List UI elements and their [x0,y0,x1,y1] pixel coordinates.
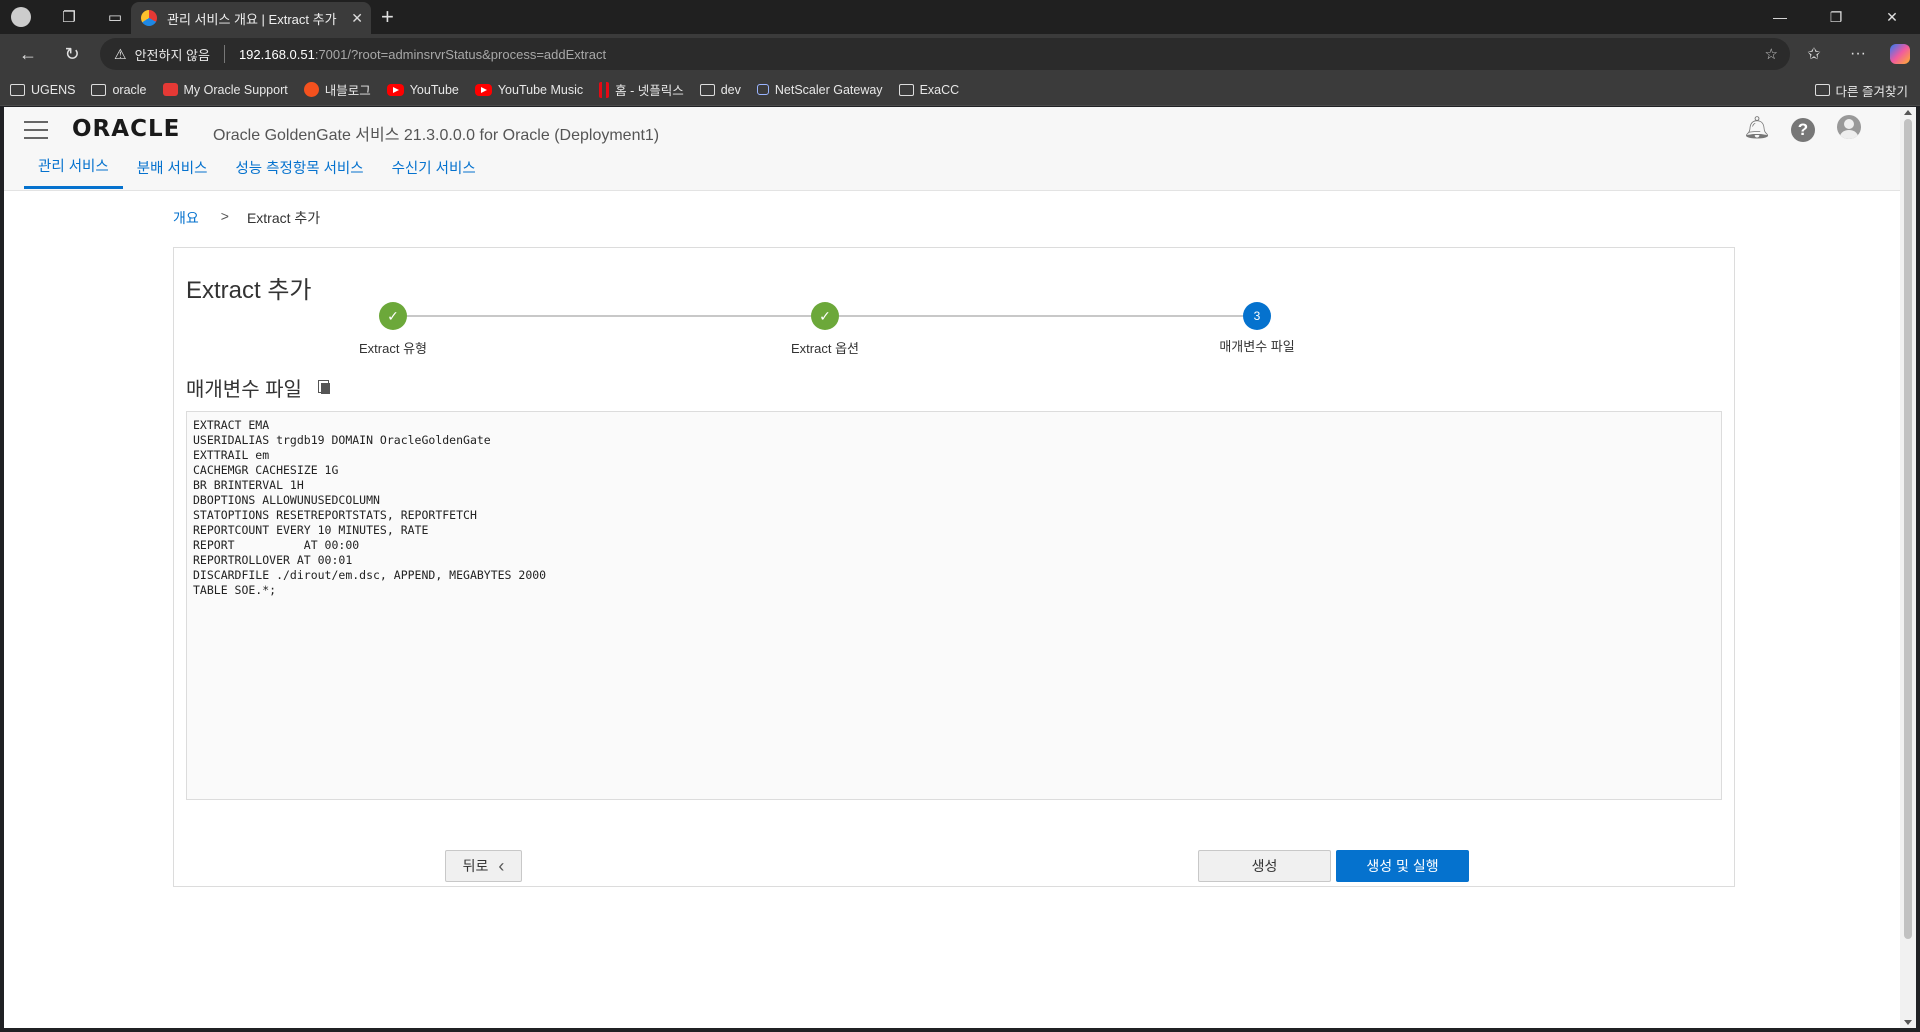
other-bookmarks-label: 다른 즐겨찾기 [1835,84,1908,99]
reload-icon[interactable]: ↻ [54,36,90,72]
lock-icon [756,84,769,95]
step-connector [839,315,1243,317]
bookmark-my-oracle-support[interactable]: My Oracle Support [162,82,288,97]
breadcrumb-overview-link[interactable]: 개요 [173,208,199,228]
header-icons: 🔔︎ ? [1734,115,1872,145]
bookmark-ugens[interactable]: UGENS [10,83,75,97]
step-1-check-icon[interactable]: ✓ [379,302,407,330]
bookmark-label: 홈 - 넷플릭스 [615,84,684,98]
bookmark-oracle[interactable]: oracle [91,82,147,97]
more-menu-icon[interactable]: ··· [1836,45,1880,63]
bookmark-label: oracle [112,82,147,97]
bookmark-youtube[interactable]: YouTube [386,82,459,97]
tab-distribution-service[interactable]: 분배 서비스 [123,145,222,189]
folder-icon [699,83,715,96]
bookmark-label: YouTube [409,82,459,97]
hamburger-menu-icon[interactable] [24,121,48,139]
folder-icon [91,83,107,96]
step-3-label: 매개변수 파일 [1219,339,1295,354]
help-icon[interactable]: ? [1780,115,1826,145]
browser-tab-active[interactable]: 관리 서비스 개요 | Extract 추가 ✕ [131,2,371,34]
page-scrollbar[interactable] [1900,107,1916,1028]
bell-icon[interactable]: 🔔︎ [1734,115,1780,145]
address-bar[interactable]: ⚠ 안전하지 않음 192.168.0.51:7001/?root=admins… [100,38,1790,70]
browser-tab-title: 관리 서비스 개요 | Extract 추가 [167,11,337,27]
breadcrumb: 개요 > Extract 추가 [173,208,320,228]
netflix-icon [599,81,610,98]
back-arrow-icon[interactable]: ← [10,36,46,72]
bookmark-label: 내블로그 [324,84,371,98]
user-avatar-icon[interactable] [1826,115,1872,145]
oracle-goldengate-favicon-icon [141,10,157,26]
url-divider [223,45,225,63]
warning-icon[interactable]: ⚠ [114,46,127,63]
scroll-down-icon[interactable] [1904,1020,1912,1025]
bookmark-label: My Oracle Support [183,82,288,97]
wizard-stepper: ✓ ✓ 3 Extract 유형 Extract 옵션 매개변수 파일 [174,300,1734,360]
minimize-icon[interactable]: — [1752,0,1808,34]
youtube-icon [474,83,492,96]
create-button[interactable]: 생성 [1198,850,1331,882]
url-path: :7001/?root=adminsrvrStatus&process=addE… [314,46,607,62]
step-3-indicator[interactable]: 3 [1243,302,1271,330]
bookmark-exacc[interactable]: ExaCC [898,82,960,97]
service-tabs: 관리 서비스 분배 서비스 성능 측정항목 서비스 수신기 서비스 [24,145,490,191]
profile-icon[interactable] [4,0,38,34]
workspaces-icon[interactable]: ❐ [52,0,86,34]
oracle-icon [162,83,178,96]
app-title: Oracle GoldenGate 서비스 21.3.0.0.0 for Ora… [213,127,660,144]
scroll-up-icon[interactable] [1904,110,1912,115]
oracle-logo: ORACLE [72,116,181,142]
back-button[interactable]: 뒤로 ‹ [445,850,522,882]
chevron-left-icon: ‹ [498,856,505,876]
tab-admin-service[interactable]: 관리 서비스 [24,145,123,189]
folder-icon [10,83,25,96]
bookmark-youtube-music[interactable]: YouTube Music [474,82,584,97]
close-tab-icon[interactable]: ✕ [351,10,363,27]
youtube-icon [386,83,404,96]
bookmark-label: UGENS [31,82,76,97]
param-file-title: 매개변수 파일 [186,379,302,401]
tab-performance-metrics-service[interactable]: 성능 측정항목 서비스 [221,145,377,189]
step-1-label: Extract 유형 [359,341,427,356]
breadcrumb-current: Extract 추가 [246,210,321,226]
create-and-run-button[interactable]: 생성 및 실행 [1336,850,1469,882]
copilot-icon[interactable] [1890,44,1910,64]
bookmark-netscaler[interactable]: NetScaler Gateway [756,82,883,97]
favorite-star-icon[interactable]: ☆ [1765,45,1778,63]
new-tab-icon[interactable]: + [381,4,394,30]
step-connector [407,315,811,317]
tistory-icon [303,82,319,97]
browser-toolbar-right: ✩ ··· [1792,34,1910,74]
other-bookmarks[interactable]: 다른 즐겨찾기 [1814,74,1908,106]
bookmark-dev[interactable]: dev [699,82,741,97]
restore-icon[interactable]: ❐ [1808,0,1864,34]
window-close-icon[interactable]: ✕ [1864,0,1920,34]
copy-icon[interactable] [317,380,331,395]
back-button-label: 뒤로 [462,858,489,874]
security-label[interactable]: 안전하지 않음 [135,45,210,64]
folder-icon [898,83,914,96]
bookmark-label: NetScaler Gateway [774,82,883,97]
bookmark-blog[interactable]: 내블로그 [303,80,371,99]
bookmarks-bar: UGENS oracle My Oracle Support 내블로그 YouT… [0,74,1920,106]
bookmark-label: YouTube Music [497,82,584,97]
favorites-icon[interactable]: ✩ [1792,44,1836,64]
tab-actions-icon[interactable]: ▭ [98,0,132,34]
section-title: 매개변수 파일 [186,373,331,402]
bookmark-label: dev [720,82,741,97]
page-content: ORACLE Oracle GoldenGate 서비스 21.3.0.0.0 … [4,107,1900,1028]
param-file-editor[interactable] [186,411,1722,800]
app-header: ORACLE Oracle GoldenGate 서비스 21.3.0.0.0 … [4,107,1900,191]
scrollbar-thumb[interactable] [1904,119,1912,939]
step-2-check-icon[interactable]: ✓ [811,302,839,330]
step-2-label: Extract 옵션 [791,341,859,356]
bookmark-netflix[interactable]: 홈 - 넷플릭스 [599,80,684,99]
tab-receiver-service[interactable]: 수신기 서비스 [378,145,490,189]
breadcrumb-separator: > [220,208,229,224]
bookmark-label: ExaCC [919,82,960,97]
url-host: 192.168.0.51 [238,46,315,62]
add-extract-card: Extract 추가 ✓ ✓ 3 Extract 유형 Extract 옵션 매… [173,247,1735,887]
folder-icon [1814,84,1830,96]
